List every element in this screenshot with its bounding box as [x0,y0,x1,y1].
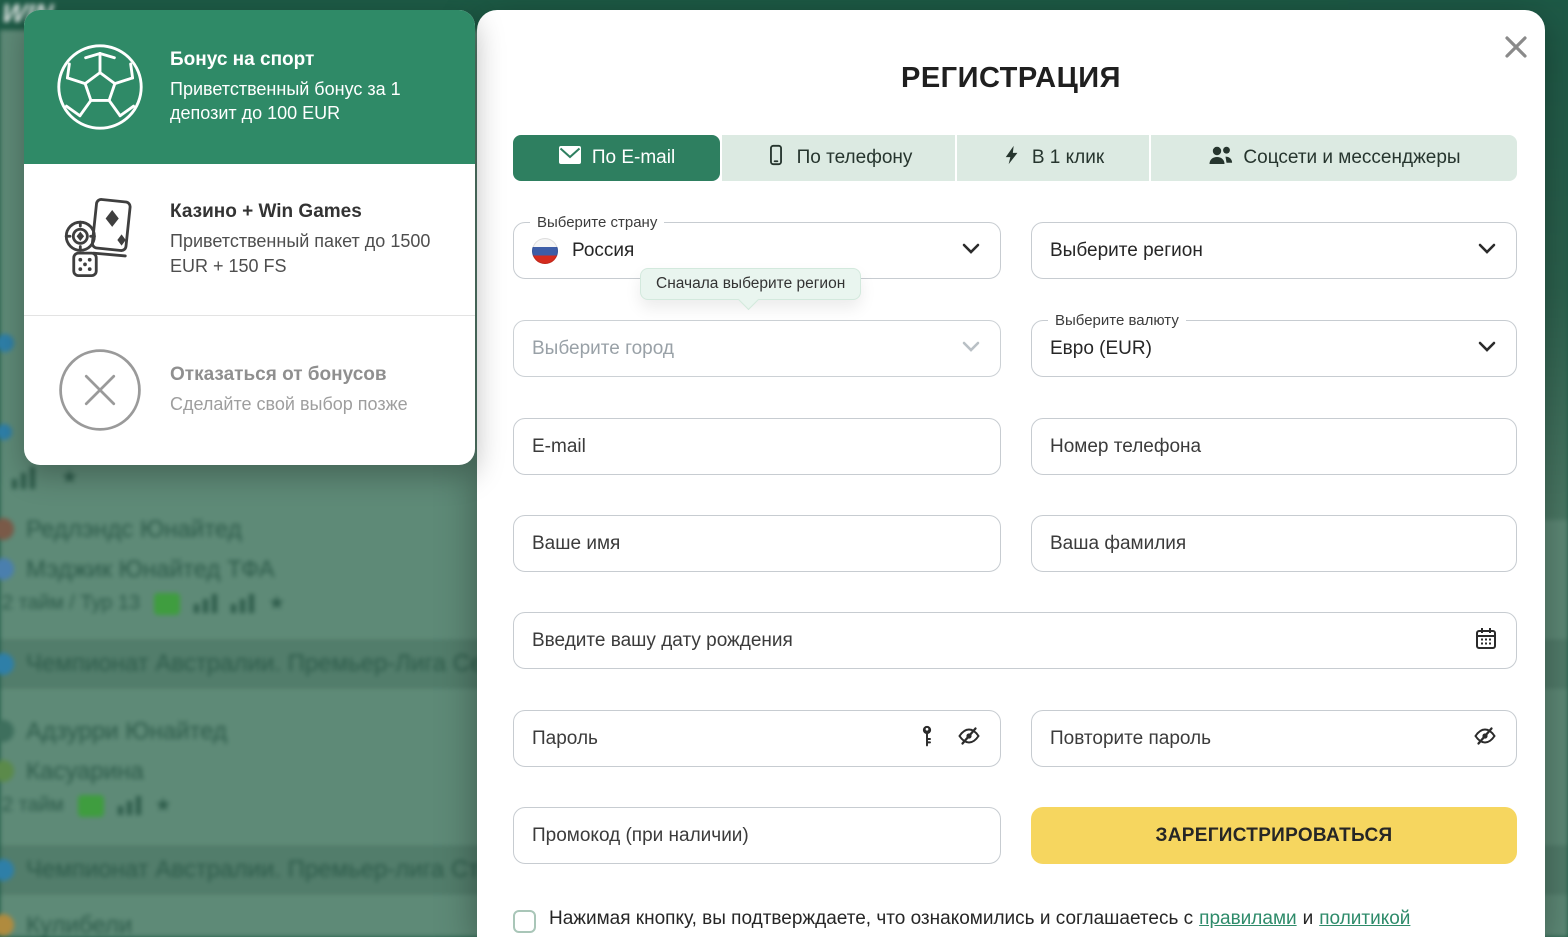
promo-code-field-wrap [513,807,1001,864]
region-tooltip: Сначала выберите регион [640,268,861,300]
last-name-field-wrap [1031,515,1517,572]
team-logo [0,720,14,742]
stats-icon [12,466,35,489]
city-select-placeholder: Выберите город [532,338,950,360]
first-name-field[interactable] [532,533,982,555]
favorite-icon: ★ [268,592,285,615]
league-icon [0,859,14,881]
live-badge [78,795,104,817]
promo-code-field[interactable] [532,825,982,847]
match-meta-row: 2 тайм ★ [2,794,172,817]
country-select-label: Выберите страну [530,213,664,233]
live-badge [154,593,180,615]
agreement-row: Нажимая кнопку, вы подтверждаете, что оз… [513,908,1517,933]
bonus-title: Отказаться от бонусов [170,364,408,386]
toggle-password-visibility-icon[interactable] [956,724,982,754]
stats-icon [231,594,254,613]
tab-phone[interactable]: По телефону [722,135,955,181]
email-field[interactable] [532,436,982,458]
bonus-title: Казино + Win Games [170,201,455,223]
first-name-field-wrap [513,515,1001,572]
password-field[interactable] [532,728,904,750]
team-logo [0,558,14,580]
register-button[interactable]: ЗАРЕГИСТРИРОВАТЬСЯ [1031,807,1517,864]
football-icon [54,41,146,133]
team-logo [0,518,14,540]
currency-select[interactable]: Выберите валюту Евро (EUR) [1031,320,1517,377]
phone-field[interactable] [1050,436,1498,458]
chevron-down-icon [1476,335,1498,363]
password-field-wrap [513,710,1001,767]
phone-icon [765,143,787,173]
generate-password-icon[interactable] [918,723,942,755]
email-field-wrap [513,418,1001,475]
agreement-prefix: Нажимая кнопку, вы подтверждаете, что оз… [549,908,1193,929]
social-icon [1207,144,1233,172]
match-meta-row: 2 тайм / Тур 13 ★ [2,592,285,615]
chevron-down-icon [960,237,982,265]
team-logo [0,760,14,782]
page-title: РЕГИСТРАЦИЯ [477,62,1545,95]
close-icon[interactable] [1501,32,1531,62]
calendar-icon[interactable] [1474,626,1498,656]
bonus-option-text: Казино + Win Games Приветственный пакет … [170,201,455,278]
birth-date-field-wrap [513,612,1517,669]
tab-social[interactable]: Соцсети и мессенджеры [1151,135,1517,181]
bonus-option-text: Отказаться от бонусов Сделайте свой выбо… [170,364,408,416]
rules-link[interactable]: правилами [1199,908,1296,929]
team-logo [0,914,14,936]
bonus-option-text: Бонус на спорт Приветственный бонус за 1… [170,49,455,126]
bonus-option-sport[interactable]: Бонус на спорт Приветственный бонус за 1… [24,10,475,164]
registration-tabs: По E-mail По телефону В 1 клик Соцсети и… [513,135,1517,181]
bonus-selector-panel: Бонус на спорт Приветственный бонус за 1… [24,10,475,465]
phone-field-wrap [1031,418,1517,475]
table-row: Кулибели [0,912,132,937]
last-name-field[interactable] [1050,533,1498,555]
currency-select-label: Выберите валюту [1048,311,1186,331]
chevron-down-icon [1476,237,1498,265]
casino-icon [54,195,146,285]
one-click-icon [1002,143,1022,173]
favorite-icon: ★ [155,794,172,817]
birth-date-field[interactable] [532,630,1460,652]
region-select[interactable]: Выберите регион [1031,222,1517,279]
city-select[interactable]: Выберите город [513,320,1001,377]
table-row: Касуарина [0,758,144,786]
bonus-subtitle: Приветственный пакет до 1500 EUR + 150 F… [170,229,455,278]
table-row: Мэджик Юнайтед ТФА [0,556,275,584]
bonus-option-casino[interactable]: Казино + Win Games Приветственный пакет … [24,164,475,316]
table-row: Редлэндс Юнайтед [0,516,242,544]
bonus-title: Бонус на спорт [170,49,455,71]
bonus-subtitle: Приветственный бонус за 1 депозит до 100… [170,77,455,126]
agreement-text: Нажимая кнопку, вы подтверждаете, что оз… [549,908,1416,930]
bonus-subtitle: Сделайте свой выбор позже [170,392,408,416]
russia-flag-icon [532,238,558,264]
agreement-checkbox[interactable] [513,910,536,933]
region-select-placeholder: Выберите регион [1050,240,1466,262]
chevron-down-icon [960,335,982,363]
password-repeat-field-wrap [1031,710,1517,767]
stats-icon [194,594,217,613]
country-select-value: Россия [572,240,950,262]
policy-link[interactable]: политикой [1319,908,1410,929]
password-repeat-field[interactable] [1050,728,1458,750]
registration-modal: РЕГИСТРАЦИЯ По E-mail По телефону В 1 кл… [477,10,1545,937]
table-row: Адзурри Юнайтед [0,718,227,746]
agreement-conjunction: и [1303,908,1314,929]
tab-email[interactable]: По E-mail [513,135,720,181]
tab-one-click[interactable]: В 1 клик [957,135,1149,181]
email-icon [558,145,582,171]
decline-icon [54,346,146,434]
match-action-icons: ★ [12,466,78,489]
league-icon [0,653,14,675]
favorite-icon: ★ [61,466,78,489]
bonus-option-decline[interactable]: Отказаться от бонусов Сделайте свой выбо… [24,316,475,464]
league-icon [0,424,12,440]
league-icon [0,334,14,352]
toggle-password-visibility-icon[interactable] [1472,724,1498,754]
stats-icon [118,796,141,815]
currency-select-value: Евро (EUR) [1050,338,1466,360]
